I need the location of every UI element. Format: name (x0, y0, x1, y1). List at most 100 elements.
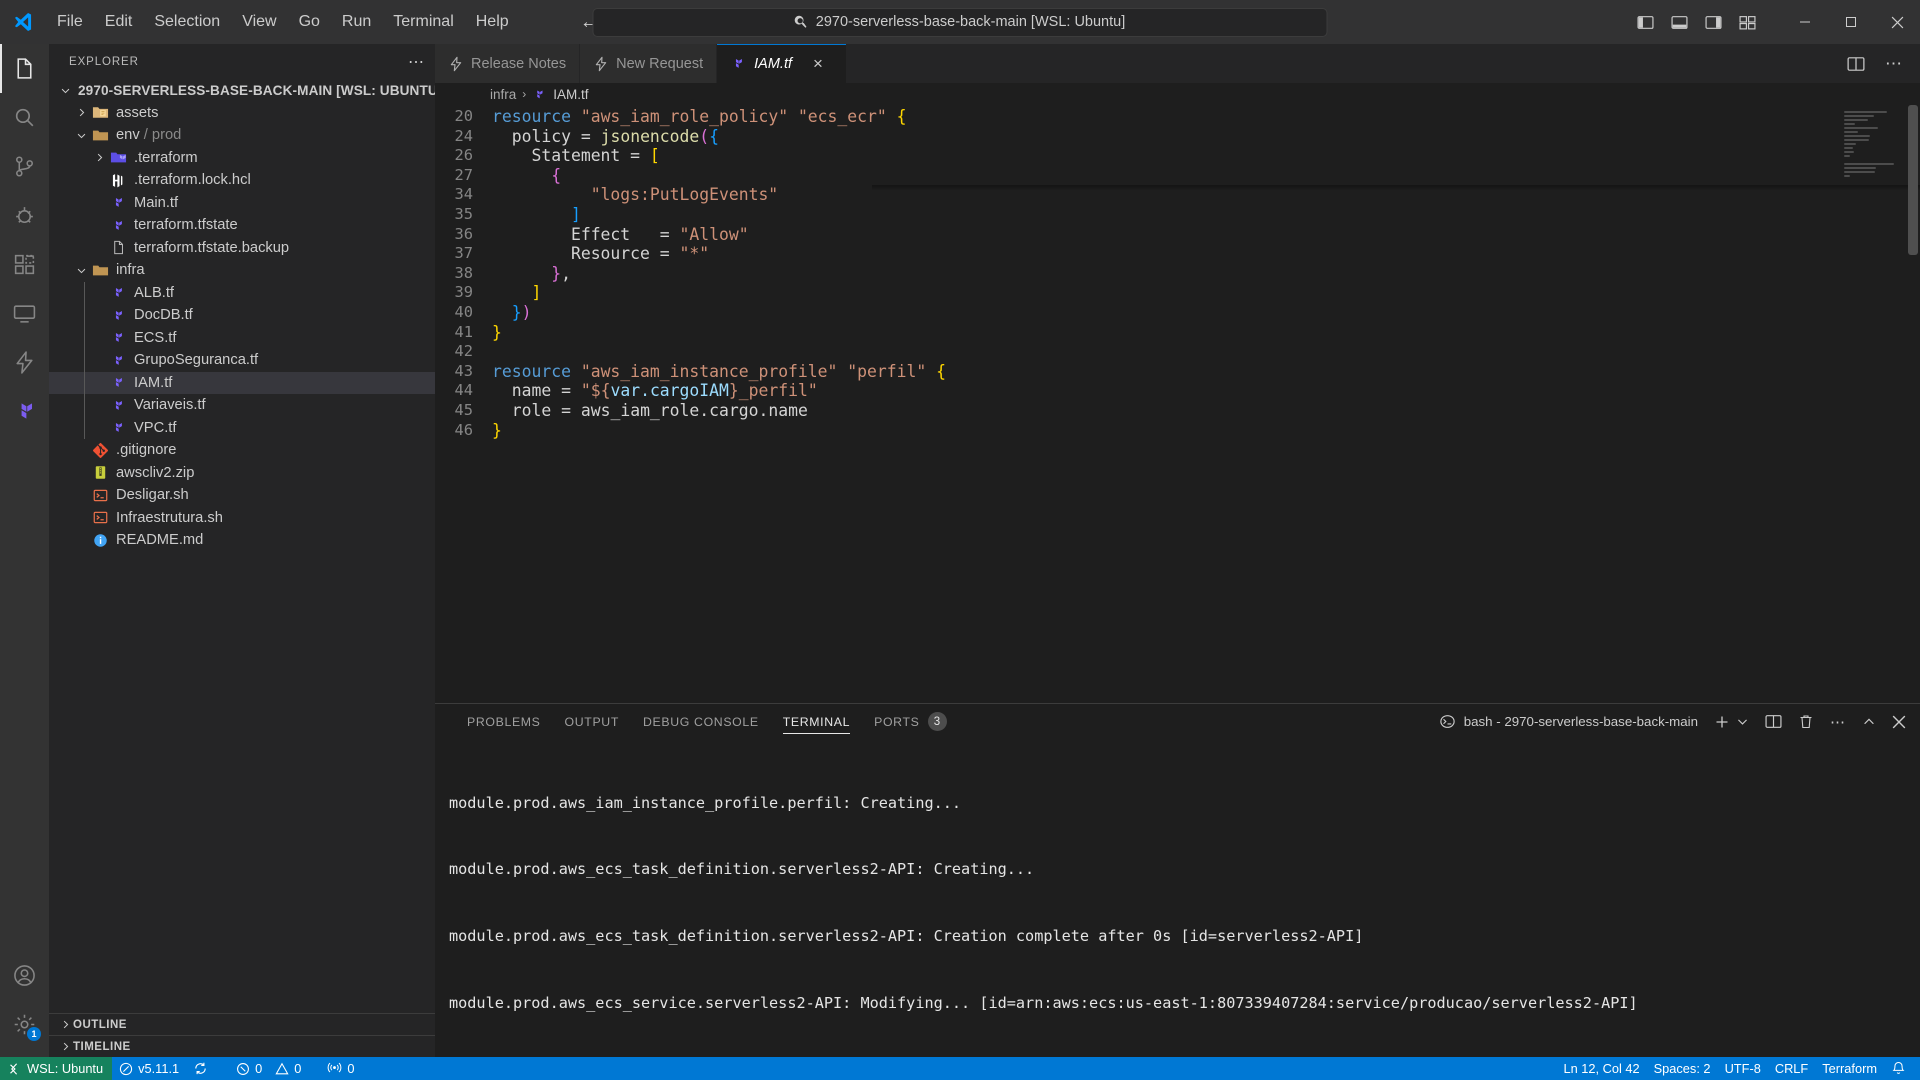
activity-run-and-debug[interactable] (0, 191, 49, 240)
sidebar-section-timeline[interactable]: TIMELINE (49, 1035, 435, 1057)
tree-item-alb-tf[interactable]: ALB.tf (49, 281, 435, 304)
tab-iam-tf[interactable]: IAM.tf × (717, 44, 848, 83)
tree-item-infraestrutura-sh[interactable]: Infraestrutura.sh (49, 507, 435, 530)
split-editor-icon[interactable] (1847, 55, 1865, 73)
terminal-output[interactable]: module.prod.aws_iam_instance_profile.per… (435, 739, 1920, 1057)
activity-explorer[interactable] (0, 44, 49, 93)
status-remote-host[interactable]: WSL: Ubuntu (0, 1057, 113, 1080)
kill-terminal-icon[interactable] (1798, 714, 1814, 730)
split-terminal-icon[interactable] (1765, 713, 1782, 730)
tree-item-docdb-tf[interactable]: DocDB.tf (49, 304, 435, 327)
status-branch[interactable]: v5.11.1 (112, 1057, 186, 1080)
tree-item-readme-md[interactable]: README.md (49, 529, 435, 552)
tree-item-terraform-lock-hcl[interactable]: .terraform.lock.hcl (49, 169, 435, 192)
menu-help[interactable]: Help (465, 8, 520, 36)
toggle-secondary-sidebar-icon[interactable] (1705, 14, 1722, 31)
maximize-button[interactable] (1828, 0, 1874, 44)
chevron-right-icon (91, 152, 107, 163)
new-terminal-icon[interactable] (1714, 714, 1730, 730)
breadcrumb-file[interactable]: IAM.tf (553, 87, 588, 102)
close-button[interactable] (1874, 0, 1920, 44)
command-center-search[interactable]: 2970-serverless-base-back-main [WSL: Ubu… (592, 7, 1328, 37)
editor-scrollbar-thumb[interactable] (1908, 105, 1918, 255)
status-indentation[interactable]: Spaces: 2 (1647, 1057, 1718, 1080)
tree-item-label: .gitignore (116, 442, 177, 459)
maximize-panel-icon[interactable] (1862, 715, 1876, 729)
tab-new-request[interactable]: New Request (580, 44, 718, 83)
tree-item-iam-tf[interactable]: IAM.tf (49, 371, 435, 394)
sidebar-section-outline[interactable]: OUTLINE (49, 1013, 435, 1035)
breadcrumb-folder[interactable]: infra (490, 87, 516, 102)
panel-tab-ports[interactable]: PORTS (862, 704, 931, 739)
chevron-right-icon (57, 1019, 73, 1030)
menu-view[interactable]: View (231, 8, 287, 36)
vscode-window: File Edit Selection View Go Run Terminal… (0, 0, 1920, 1080)
menu-edit[interactable]: Edit (94, 8, 144, 36)
activity-thunder-client[interactable] (0, 338, 49, 387)
activity-terraform[interactable] (0, 387, 49, 436)
line-text: "logs:PutLogEvents" (590, 185, 779, 205)
menu-run[interactable]: Run (331, 8, 382, 36)
menu-file[interactable]: File (46, 8, 94, 36)
tree-item-assets[interactable]: assets (49, 102, 435, 125)
activity-extensions[interactable] (0, 240, 49, 289)
tree-item-main-tf[interactable]: Main.tf (49, 192, 435, 215)
code-content[interactable]: 20 resource "aws_iam_role_policy" "ecs_e… (435, 105, 1920, 703)
tree-item-gitignore[interactable]: .gitignore (49, 439, 435, 462)
status-problems[interactable]: 0 0 (229, 1057, 308, 1080)
editor-scrollbar[interactable] (1906, 105, 1920, 703)
panel-tab-debug-console[interactable]: DEBUG CONSOLE (631, 704, 771, 739)
status-language-mode[interactable]: Terraform (1815, 1057, 1884, 1080)
toggle-panel-icon[interactable] (1671, 14, 1688, 31)
tree-item-desligar-sh[interactable]: Desligar.sh (49, 484, 435, 507)
tree-item-gruposeguranca-tf[interactable]: GrupoSeguranca.tf (49, 349, 435, 372)
status-cursor-position[interactable]: Ln 12, Col 42 (1557, 1057, 1647, 1080)
panel-tab-label: TERMINAL (782, 714, 851, 729)
status-eol[interactable]: CRLF (1768, 1057, 1815, 1080)
minimize-button[interactable] (1782, 0, 1828, 44)
line-number: 35 (454, 204, 473, 223)
tree-item-infra[interactable]: infra (49, 259, 435, 282)
tab-close-icon[interactable]: × (813, 55, 823, 72)
activity-source-control[interactable] (0, 142, 49, 191)
activity-search[interactable] (0, 93, 49, 142)
terminal-selector[interactable]: bash - 2970-serverless-base-back-main (1439, 713, 1698, 730)
explorer-more-actions-icon[interactable]: ⋯ (408, 52, 425, 72)
tree-item-dot-terraform[interactable]: .terraform (49, 147, 435, 170)
code-editor[interactable]: 20 resource "aws_iam_role_policy" "ecs_e… (435, 105, 1920, 703)
activity-remote-explorer[interactable] (0, 289, 49, 338)
close-panel-icon[interactable] (1892, 715, 1906, 729)
tree-item-variaveis-tf[interactable]: Variaveis.tf (49, 394, 435, 417)
tree-item-awscliv2-zip[interactable]: awscliv2.zip (49, 462, 435, 485)
editor-actions: ⋯ (1830, 44, 1920, 83)
line-number: 46 (454, 420, 473, 439)
line-text: ] (531, 283, 542, 303)
toggle-primary-sidebar-icon[interactable] (1637, 14, 1654, 31)
menu-terminal[interactable]: Terminal (382, 8, 464, 36)
panel-tab-problems[interactable]: PROBLEMS (455, 704, 553, 739)
code-line: 24 policy = jsonencode({ (435, 127, 1920, 147)
tree-item-ecs-tf[interactable]: ECS.tf (49, 326, 435, 349)
menu-selection[interactable]: Selection (143, 8, 231, 36)
panel-more-actions-icon[interactable]: ⋯ (1830, 713, 1846, 731)
status-ports[interactable]: 0 (320, 1057, 361, 1080)
more-actions-icon[interactable]: ⋯ (1885, 54, 1903, 74)
status-sync[interactable] (186, 1057, 215, 1080)
status-encoding[interactable]: UTF-8 (1718, 1057, 1768, 1080)
chevron-down-icon[interactable] (1736, 715, 1749, 728)
menu-go[interactable]: Go (288, 8, 331, 36)
panel-tab-output[interactable]: OUTPUT (553, 704, 631, 739)
tree-item-env-prod[interactable]: env / prod (49, 124, 435, 147)
tree-root-folder[interactable]: 2970-SERVERLESS-BASE-BACK-MAIN [WSL: UBU… (49, 79, 435, 102)
tree-item-vpc-tf[interactable]: VPC.tf (49, 416, 435, 439)
tab-release-notes[interactable]: Release Notes (435, 44, 581, 83)
customize-layout-icon[interactable] (1739, 14, 1756, 31)
activity-accounts[interactable] (0, 951, 49, 1000)
minimap[interactable] (1844, 111, 1906, 193)
status-notifications[interactable] (1884, 1057, 1920, 1080)
panel-tab-terminal[interactable]: TERMINAL (771, 704, 862, 739)
tree-item-terraform-tfstate[interactable]: terraform.tfstate (49, 214, 435, 237)
activity-settings[interactable]: 1 (0, 1000, 49, 1049)
vscode-logo-icon (0, 11, 46, 33)
tree-item-terraform-tfstate-backup[interactable]: terraform.tfstate.backup (49, 237, 435, 260)
